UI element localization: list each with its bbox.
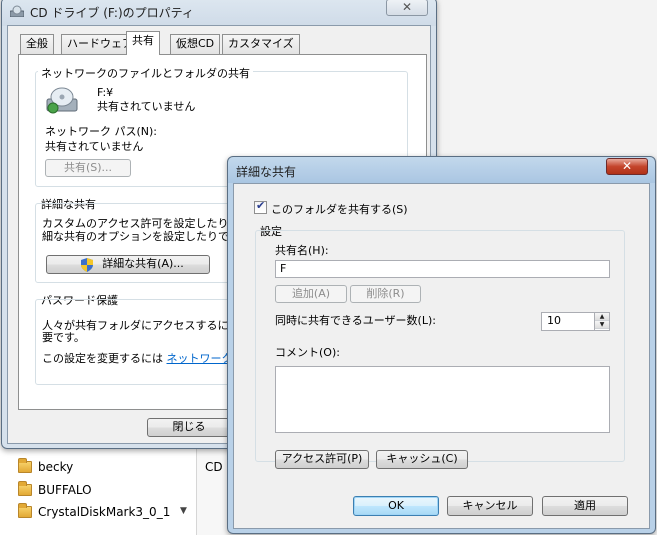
share-name-label: 共有名(H): xyxy=(275,244,329,257)
apply-button[interactable]: 適用 xyxy=(542,496,628,516)
close-window-button[interactable]: ✕ xyxy=(386,0,428,16)
tab-sharing[interactable]: 共有 xyxy=(126,31,160,55)
share-name-input[interactable]: F xyxy=(275,260,610,278)
dialog-client: このフォルダを共有する(S) 設定 共有名(H): F 追加(A) 削除(R) … xyxy=(233,183,650,529)
tab-virtual-cd[interactable]: 仮想CD xyxy=(170,34,221,54)
share-folder-label: このフォルダを共有する(S) xyxy=(271,203,408,216)
cache-button[interactable]: キャッシュ(C) xyxy=(376,450,468,469)
folder-icon xyxy=(18,481,32,496)
user-limit-label: 同時に共有できるユーザー数(L): xyxy=(275,314,436,327)
tab-customize[interactable]: カスタマイズ xyxy=(222,34,300,54)
comment-textarea[interactable] xyxy=(275,366,610,433)
user-limit-spinner[interactable]: 10 ▲ ▼ xyxy=(541,312,610,331)
folder-icon xyxy=(18,503,32,518)
cancel-button[interactable]: キャンセル xyxy=(447,496,533,516)
share-folder-checkbox[interactable] xyxy=(254,199,267,214)
password-text-2: 要です。 xyxy=(42,331,85,344)
shared-drive-icon xyxy=(46,87,78,114)
network-path-value: 共有されていません xyxy=(45,140,144,153)
folder-label: CrystalDiskMark3_0_1 xyxy=(38,505,171,519)
cd-drive-icon xyxy=(10,5,24,17)
folder-item-crystaldiskmark[interactable]: CrystalDiskMark3_0_1 xyxy=(18,502,170,522)
network-group-title: ネットワークのファイルとフォルダの共有 xyxy=(38,65,253,81)
comment-label: コメント(O): xyxy=(275,346,340,359)
right-pane-label: CD xyxy=(205,460,223,474)
tab-general[interactable]: 全般 xyxy=(20,34,54,54)
folder-icon xyxy=(18,458,32,473)
advanced-sharing-button-label: 詳細な共有(A)... xyxy=(102,257,184,270)
user-limit-value: 10 xyxy=(547,314,561,327)
drive-share-status: 共有されていません xyxy=(97,100,196,113)
change-setting-prefix: この設定を変更するには xyxy=(42,352,167,365)
advanced-description-2: 細な共有のオプションを設定したりできま xyxy=(42,230,251,243)
permissions-button[interactable]: アクセス許可(P) xyxy=(275,450,369,469)
advanced-sharing-dialog: 詳細な共有 ✕ このフォルダを共有する(S) 設定 共有名(H): F 追加(A… xyxy=(227,156,656,534)
explorer-divider xyxy=(196,440,197,535)
change-setting-text: この設定を変更するには ネットワークと共 xyxy=(42,350,255,366)
window-title: CD ドライブ (F:)のプロパティ xyxy=(30,6,194,20)
remove-button[interactable]: 削除(R) xyxy=(350,285,421,303)
spin-up-icon[interactable]: ▲ xyxy=(595,313,609,321)
properties-titlebar: CD ドライブ (F:)のプロパティ ✕ xyxy=(2,0,436,26)
ok-button[interactable]: OK xyxy=(353,496,439,516)
add-button[interactable]: 追加(A) xyxy=(275,285,347,303)
folder-label: BUFFALO xyxy=(38,483,92,497)
dialog-titlebar: 詳細な共有 ✕ xyxy=(228,157,655,185)
user-limit-spin-buttons[interactable]: ▲ ▼ xyxy=(594,313,609,330)
dialog-title: 詳細な共有 xyxy=(236,165,297,179)
dialog-close-button[interactable]: ✕ xyxy=(606,158,648,175)
share-button[interactable]: 共有(S)... xyxy=(45,159,131,177)
advanced-sharing-button[interactable]: 詳細な共有(A)... xyxy=(46,255,210,274)
close-button[interactable]: 閉じる xyxy=(147,418,231,437)
folder-item-becky[interactable]: becky xyxy=(18,457,73,477)
spin-down-icon[interactable]: ▼ xyxy=(595,321,609,329)
folder-item-buffalo[interactable]: BUFFALO xyxy=(18,480,92,500)
folder-label: becky xyxy=(38,460,74,474)
scroll-down-arrow-icon[interactable]: ▼ xyxy=(180,506,187,516)
network-path-label: ネットワーク パス(N): xyxy=(45,125,158,138)
uac-shield-icon xyxy=(81,258,93,272)
